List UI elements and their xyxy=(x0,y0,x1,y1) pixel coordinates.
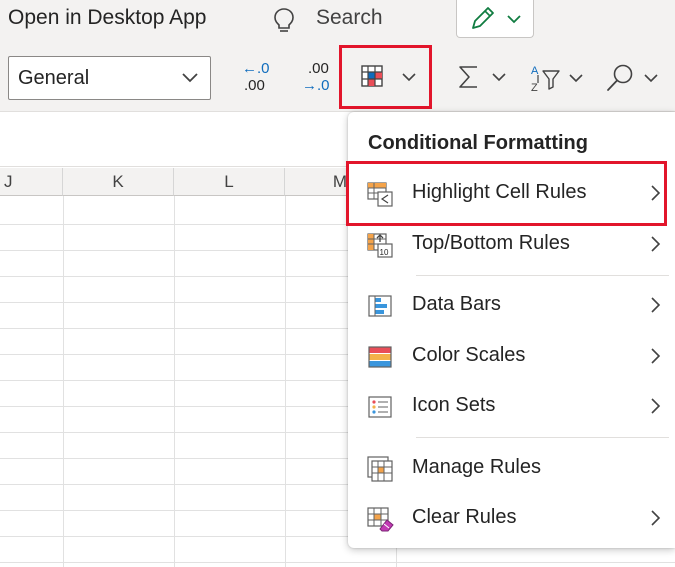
excel-window: Open in Desktop App Search General ←.0 .… xyxy=(0,0,675,567)
top-bar: Open in Desktop App Search xyxy=(0,0,675,44)
find-icon xyxy=(607,64,633,91)
menu-item-label: Color Scales xyxy=(412,344,526,366)
chevron-down-icon xyxy=(569,74,583,83)
color-scales-icon xyxy=(368,346,392,368)
menu-item-label: Clear Rules xyxy=(412,506,517,528)
chevron-down-icon xyxy=(182,73,198,83)
svg-text:Z: Z xyxy=(531,82,538,94)
top-bottom-rules-icon: 10 xyxy=(367,233,393,258)
conditional-formatting-highlight xyxy=(339,45,432,109)
number-format-value: General xyxy=(18,67,90,89)
chevron-down-icon xyxy=(492,73,506,82)
increase-decimal-button[interactable]: .00 →.0 xyxy=(300,60,336,96)
column-header-k[interactable]: K xyxy=(63,168,174,196)
menu-item-clear-rules[interactable]: Clear Rules xyxy=(348,494,675,544)
chevron-down-icon xyxy=(644,74,658,83)
decrease-decimal-bottom: .00 xyxy=(244,77,265,94)
menu-item-data-bars[interactable]: Data Bars xyxy=(348,281,675,331)
menu-title: Conditional Formatting xyxy=(368,132,588,154)
highlight-cell-rules-highlight xyxy=(346,161,667,226)
sort-filter-button[interactable]: A Z xyxy=(528,62,586,96)
find-button[interactable] xyxy=(605,62,665,96)
menu-item-top-bottom-rules[interactable]: 10 Top/Bottom Rules xyxy=(348,220,675,270)
svg-text:10: 10 xyxy=(380,248,389,257)
column-header-j[interactable]: J xyxy=(0,168,63,196)
number-format-dropdown[interactable]: General xyxy=(8,56,211,100)
open-in-desktop-app-link[interactable]: Open in Desktop App xyxy=(8,6,206,30)
grid-line xyxy=(0,562,675,563)
ribbon: General ←.0 .00 .00 →.0 A Z xyxy=(0,44,675,112)
menu-separator xyxy=(416,437,669,438)
menu-item-label: Manage Rules xyxy=(412,456,541,478)
grid-line xyxy=(285,196,286,567)
grid-line xyxy=(63,196,64,567)
data-bars-icon xyxy=(368,295,392,317)
sum-icon xyxy=(459,66,477,88)
decrease-decimal-top: ←.0 xyxy=(242,60,270,77)
chevron-right-icon xyxy=(651,297,661,313)
increase-decimal-top: .00 xyxy=(308,60,329,77)
chevron-down-icon xyxy=(507,15,521,24)
pencil-icon xyxy=(472,7,494,29)
chevron-right-icon xyxy=(651,236,661,252)
autosum-button[interactable] xyxy=(455,62,511,94)
menu-item-label: Top/Bottom Rules xyxy=(412,232,570,254)
increase-decimal-bottom: →.0 xyxy=(302,77,330,94)
grid-line xyxy=(174,196,175,567)
menu-item-label: Icon Sets xyxy=(412,394,496,416)
sort-filter-icon: A Z xyxy=(531,65,560,94)
clear-rules-icon xyxy=(367,507,394,532)
chevron-right-icon xyxy=(651,348,661,364)
menu-item-manage-rules[interactable]: Manage Rules xyxy=(348,444,675,494)
chevron-right-icon xyxy=(651,510,661,526)
lightbulb-icon[interactable] xyxy=(270,6,298,36)
editing-mode-button[interactable] xyxy=(456,0,534,38)
icon-sets-icon xyxy=(368,396,392,418)
manage-rules-icon xyxy=(367,456,393,482)
menu-item-color-scales[interactable]: Color Scales xyxy=(348,332,675,382)
menu-separator xyxy=(416,275,669,276)
search-box[interactable]: Search xyxy=(316,6,383,30)
column-header-l[interactable]: L xyxy=(174,168,285,196)
menu-item-label: Data Bars xyxy=(412,293,501,315)
chevron-right-icon xyxy=(651,398,661,414)
decrease-decimal-button[interactable]: ←.0 .00 xyxy=(240,60,276,96)
menu-item-icon-sets[interactable]: Icon Sets xyxy=(348,382,675,432)
